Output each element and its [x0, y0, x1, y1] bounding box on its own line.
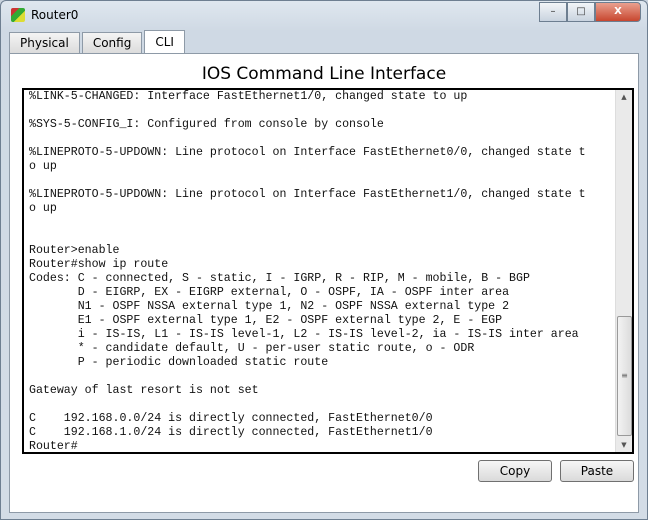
- terminal-line: * - candidate default, U - per-user stat…: [29, 342, 475, 355]
- cli-panel: IOS Command Line Interface %LINK-5-CHANG…: [9, 53, 639, 513]
- router-window: Router0 – □ X Physical Config CLI IOS Co…: [0, 0, 648, 520]
- window-title: Router0: [31, 8, 79, 22]
- page-title: IOS Command Line Interface: [201, 64, 447, 84]
- tab-bar: Physical Config CLI: [9, 30, 187, 53]
- tab-config[interactable]: Config: [81, 32, 143, 53]
- terminal-line: %LINEPROTO-5-UPDOWN: Line protocol on In…: [29, 146, 586, 159]
- terminal-line: P - periodic downloaded static route: [29, 356, 329, 369]
- terminal-line: i - IS-IS, L1 - IS-IS level-1, L2 - IS-I…: [29, 328, 579, 341]
- terminal-line: Codes: C - connected, S - static, I - IG…: [29, 272, 530, 285]
- tab-physical[interactable]: Physical: [9, 32, 80, 53]
- title-bar[interactable]: Router0 – □ X: [1, 1, 647, 31]
- tab-cli[interactable]: CLI: [144, 30, 185, 53]
- scrollbar-thumb[interactable]: ≡: [617, 316, 632, 436]
- terminal-output[interactable]: %LINK-5-CHANGED: Interface FastEthernet1…: [29, 90, 586, 453]
- copy-button[interactable]: Copy: [478, 460, 552, 482]
- close-button[interactable]: X: [595, 2, 641, 22]
- maximize-button[interactable]: □: [567, 2, 595, 22]
- terminal-line: o up: [29, 160, 57, 173]
- terminal-line: %SYS-5-CONFIG_I: Configured from console…: [29, 118, 384, 131]
- terminal-line: %LINK-5-CHANGED: Interface FastEthernet1…: [29, 90, 468, 103]
- scroll-up-arrow-icon[interactable]: ▲: [616, 90, 632, 104]
- terminal-line: C 192.168.0.0/24 is directly connected, …: [29, 412, 433, 425]
- terminal-line: Router>enable: [29, 244, 120, 257]
- minimize-button[interactable]: –: [539, 2, 567, 22]
- terminal-line: %LINEPROTO-5-UPDOWN: Line protocol on In…: [29, 188, 586, 201]
- terminal-line: Gateway of last resort is not set: [29, 384, 259, 397]
- terminal-line: Router#show ip route: [29, 258, 169, 271]
- terminal-line: Router#: [29, 440, 78, 453]
- terminal-line: D - EIGRP, EX - EIGRP external, O - OSPF…: [29, 286, 510, 299]
- terminal-line: C 192.168.1.0/24 is directly connected, …: [29, 426, 433, 439]
- vertical-scrollbar[interactable]: ▲ ≡ ▼: [615, 90, 632, 452]
- paste-button[interactable]: Paste: [560, 460, 634, 482]
- terminal-line: E1 - OSPF external type 1, E2 - OSPF ext…: [29, 314, 503, 327]
- cli-terminal[interactable]: %LINK-5-CHANGED: Interface FastEthernet1…: [22, 88, 634, 454]
- terminal-line: o up: [29, 202, 57, 215]
- terminal-line: N1 - OSPF NSSA external type 1, N2 - OSP…: [29, 300, 510, 313]
- scroll-down-arrow-icon[interactable]: ▼: [616, 438, 632, 452]
- router-app-icon: [11, 8, 25, 22]
